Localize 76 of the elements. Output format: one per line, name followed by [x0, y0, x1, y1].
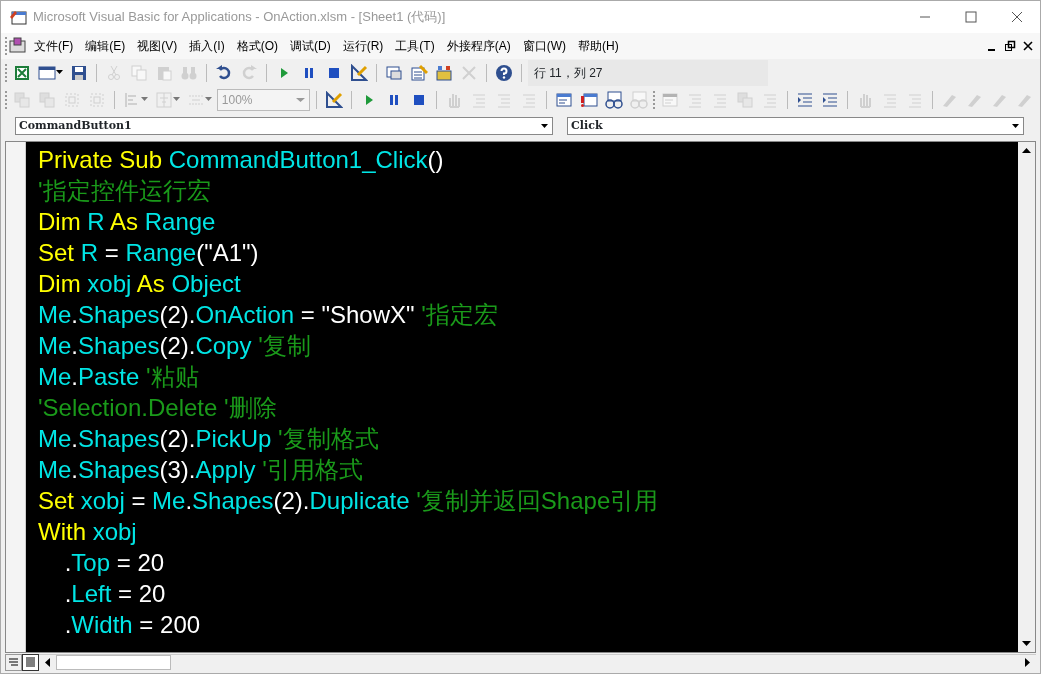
code-line: Dim xobj As Object [38, 269, 242, 299]
horizontal-scrollbar[interactable] [39, 653, 1036, 671]
code-window-icon[interactable] [8, 37, 28, 55]
code-line: 'Selection.Delete '删除 [38, 393, 278, 423]
group-icon [62, 90, 81, 109]
code-line: '指定控件运行宏 [38, 176, 212, 206]
form-icon [38, 63, 56, 82]
menu-item[interactable]: 文件(F) [28, 35, 80, 57]
code-line: .Top = 20 [63, 548, 166, 578]
code-line: Me.Shapes(2).Copy '复制 [38, 331, 312, 361]
maximize-icon [965, 11, 977, 23]
caret-icon [296, 95, 306, 104]
layers-icon [12, 90, 31, 109]
close-button[interactable] [1022, 40, 1034, 52]
menu-item[interactable]: 外接程序(A) [440, 35, 517, 57]
menu-item[interactable]: 编辑(E) [79, 35, 132, 57]
caret-icon [172, 97, 180, 102]
code-line: Me.Paste '粘贴 [38, 362, 200, 392]
excel-icon [13, 63, 31, 82]
code-line: .Width = 200 [63, 610, 202, 640]
scrollbar-thumb[interactable] [56, 655, 171, 670]
cursor-position: 行 11，列 27 [528, 59, 768, 86]
indent-icon [821, 90, 839, 109]
menu-item[interactable]: 视图(V) [131, 35, 184, 57]
window-alert-icon [580, 90, 599, 109]
ruler-pencil-icon [350, 63, 368, 82]
caret-icon [204, 97, 212, 102]
indent-icon [796, 90, 814, 109]
object-browser-icon [435, 63, 453, 82]
scissors-icon [105, 63, 123, 82]
menu-item[interactable]: 运行(R) [336, 35, 390, 57]
code-line: Set xobj = Me.Shapes(2).Duplicate '复制并返回Shape引用 [38, 486, 660, 516]
window-icon [661, 90, 679, 109]
code-line: .Left = 20 [63, 579, 167, 609]
app-icon [9, 9, 27, 25]
properties-icon [410, 63, 428, 82]
caret-icon [140, 97, 148, 102]
menu-item[interactable]: 窗口(W) [516, 35, 572, 57]
menu-item[interactable]: 调试(D) [284, 35, 337, 57]
project-explorer-icon [385, 63, 403, 82]
glasses-icon [630, 90, 649, 109]
ruler-pencil-icon [325, 90, 344, 109]
menu-item[interactable]: 工具(T) [389, 35, 441, 57]
code-line: Set R = Range("A1") [38, 238, 260, 268]
procedure-dropdown[interactable]: Click [567, 117, 1024, 135]
center-icon [154, 90, 173, 109]
full-module-view-icon[interactable] [22, 653, 39, 671]
layers-icon [37, 90, 56, 109]
code-editor[interactable] [26, 142, 1018, 652]
ruler-pencil-button[interactable] [348, 61, 370, 84]
restore-button[interactable] [1004, 40, 1016, 52]
code-line: Me.Shapes(2).OnAction = "ShowX" '指定宏 [38, 300, 499, 330]
redo-icon [240, 63, 258, 82]
glasses-icon [605, 90, 624, 109]
close-icon [1011, 11, 1023, 23]
menu-item[interactable]: 插入(I) [183, 35, 231, 57]
undo-icon [215, 63, 233, 82]
glasses-button[interactable] [603, 88, 626, 111]
menu-item[interactable]: 格式(O) [230, 35, 284, 57]
code-line: With xobj [38, 517, 138, 547]
code-line: Me.Shapes(2).PickUp '复制格式 [38, 424, 380, 454]
save-icon [70, 63, 88, 82]
code-line: Private Sub CommandButton1_Click() [38, 145, 445, 175]
window-icon [555, 90, 574, 109]
layers-icon [736, 90, 754, 109]
menu-item[interactable]: 帮助(H) [572, 35, 625, 57]
group-icon [87, 90, 106, 109]
window-title: Microsoft Visual Basic for Applications - OnAction.xlsm - [Sheet1 (代码)] [33, 8, 446, 27]
caret-icon [56, 70, 63, 75]
ruler-pencil-button[interactable] [323, 88, 346, 111]
copy-icon [130, 63, 148, 82]
procedure-view-icon[interactable] [5, 653, 22, 671]
code-line: Dim R As Range [38, 207, 217, 237]
object-dropdown[interactable]: CommandButton1 [15, 117, 554, 135]
help-icon [495, 63, 513, 82]
code-line: Me.Shapes(3).Apply '引用格式 [38, 455, 364, 485]
